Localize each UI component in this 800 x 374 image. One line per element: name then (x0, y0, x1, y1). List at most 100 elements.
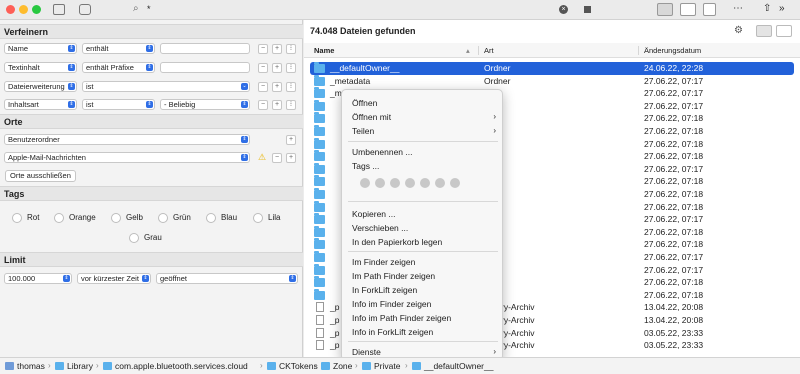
rule-field-select[interactable]: Name ⇕ (4, 43, 77, 54)
table-row[interactable]: __defaultOwner__ Ordner 24.06.22, 22:28 (310, 62, 794, 75)
tag-gray[interactable]: Grau (129, 233, 162, 243)
limit-order-select[interactable]: vor kürzester Zeit ⇕ (77, 273, 151, 284)
path-item-private[interactable]: Private (362, 361, 400, 371)
view-single-pane-button[interactable] (657, 3, 673, 16)
tag-color-dot[interactable] (450, 178, 460, 188)
chevron-right-icon[interactable]: » (779, 3, 785, 14)
share-icon[interactable]: ⇧ (763, 3, 771, 14)
tag-purple[interactable]: Lila (253, 213, 280, 223)
tag-checkbox[interactable] (54, 213, 64, 223)
list-view-button[interactable] (776, 25, 792, 37)
tag-checkbox[interactable] (129, 233, 139, 243)
tag-color-dot[interactable] (405, 178, 415, 188)
view-split-pane-button[interactable] (680, 3, 696, 16)
tag-checkbox[interactable] (158, 213, 168, 223)
rule-field-select[interactable]: Inhaltsart ⇕ (4, 99, 77, 110)
add-rule-button[interactable]: + (272, 82, 282, 92)
gear-icon[interactable]: ⚙ (734, 25, 743, 36)
remove-rule-button[interactable]: − (258, 44, 268, 54)
tag-checkbox[interactable] (253, 213, 263, 223)
tag-color-dot[interactable] (390, 178, 400, 188)
remove-rule-button[interactable]: − (258, 63, 268, 73)
menu-item-info-path-finder[interactable]: Info im Path Finder zeigen (352, 313, 451, 323)
grid-view-button[interactable] (756, 25, 772, 37)
place-select[interactable]: Apple-Mail-Nachrichten ⇕ (4, 152, 250, 163)
menu-item-copy[interactable]: Kopieren ... (352, 209, 395, 219)
menu-item-show-in-forklift[interactable]: In ForkLift zeigen (352, 285, 417, 295)
menu-item-move[interactable]: Verschieben ... (352, 223, 408, 233)
place-select[interactable]: Benutzerordner ⇕ (4, 134, 250, 145)
minimize-window-button[interactable] (19, 5, 28, 14)
add-place-button[interactable]: + (286, 135, 296, 145)
path-item-zone[interactable]: Zone (321, 361, 352, 371)
remove-rule-button[interactable]: − (258, 100, 268, 110)
remove-place-button[interactable]: − (272, 153, 282, 163)
tag-color-dot[interactable] (420, 178, 430, 188)
menu-item-tags[interactable]: Tags ... (352, 161, 379, 171)
tag-color-dot[interactable] (360, 178, 370, 188)
column-name-header[interactable]: Name (314, 46, 334, 55)
table-row[interactable]: _metadata Ordner 27.06.22, 07:17 (310, 74, 794, 88)
view-preview-button[interactable] (703, 3, 716, 16)
path-item-bluetooth[interactable]: com.apple.bluetooth.services.cloud (103, 361, 248, 371)
tag-blue[interactable]: Blau (206, 213, 237, 223)
menu-item-open-with[interactable]: Öffnen mit (352, 112, 391, 122)
zoom-window-button[interactable] (32, 5, 41, 14)
add-place-button[interactable]: + (286, 153, 296, 163)
limit-count-select[interactable]: 100.000 ⇕ (4, 273, 72, 284)
rule-options-button[interactable]: ⁝ (286, 82, 296, 92)
rule-options-button[interactable]: ⁝ (286, 63, 296, 73)
menu-item-info-forklift[interactable]: Info in ForkLift zeigen (352, 327, 433, 337)
menu-item-services[interactable]: Dienste (352, 347, 381, 357)
tag-green[interactable]: Grün (158, 213, 191, 223)
menu-item-open[interactable]: Öffnen (352, 98, 377, 108)
tag-checkbox[interactable] (206, 213, 216, 223)
rule-value-select[interactable]: - Beliebig ⇕ (160, 99, 250, 110)
more-options-icon[interactable]: ⋯ (733, 3, 743, 14)
column-divider[interactable] (638, 46, 639, 55)
menu-item-trash[interactable]: In den Papierkorb legen (352, 237, 442, 247)
tag-red[interactable]: Rot (12, 213, 39, 223)
exclude-places-button[interactable]: Orte ausschließen (5, 170, 76, 182)
tag-checkbox[interactable] (12, 213, 22, 223)
chat-bubble-icon[interactable] (79, 4, 91, 15)
rule-value-input[interactable] (160, 62, 250, 73)
tag-color-dot[interactable] (375, 178, 385, 188)
path-item-default-owner[interactable]: __defaultOwner__ (412, 361, 493, 371)
stop-search-button[interactable] (584, 6, 591, 13)
menu-item-show-in-finder[interactable]: Im Finder zeigen (352, 257, 415, 267)
rule-field-select[interactable]: Dateierweiterung ⇕ (4, 81, 77, 92)
tag-checkbox[interactable] (111, 213, 121, 223)
tag-color-dot[interactable] (435, 178, 445, 188)
menu-item-rename[interactable]: Umbenennen ... (352, 147, 412, 157)
path-item-home[interactable]: thomas (5, 361, 45, 371)
add-rule-button[interactable]: + (272, 63, 282, 73)
tag-yellow[interactable]: Gelb (111, 213, 143, 223)
menu-item-show-in-path-finder[interactable]: Im Path Finder zeigen (352, 271, 435, 281)
rule-operator-select[interactable]: enthält ⇕ (82, 43, 155, 54)
clear-search-button[interactable]: × (559, 5, 568, 14)
column-date-header[interactable]: Änderungsdatum (644, 46, 701, 55)
path-item-library[interactable]: Library (55, 361, 93, 371)
close-window-button[interactable] (6, 5, 15, 14)
search-input[interactable]: * (147, 4, 151, 14)
rule-options-button[interactable]: ⁝ (286, 100, 296, 110)
add-rule-button[interactable]: + (272, 100, 282, 110)
path-item-cktokens[interactable]: CKTokens (267, 361, 318, 371)
add-rule-button[interactable]: + (272, 44, 282, 54)
column-divider[interactable] (478, 46, 479, 55)
menu-item-share[interactable]: Teilen (352, 126, 374, 136)
column-kind-header[interactable]: Art (484, 46, 494, 55)
rule-operator-select[interactable]: ist ⇕ (82, 99, 155, 110)
file-date-cell: 27.06.22, 07:18 (644, 239, 704, 250)
remove-rule-button[interactable]: − (258, 82, 268, 92)
rule-operator-select[interactable]: enthält Präfixe ⇕ (82, 62, 155, 73)
rule-field-select[interactable]: Textinhalt ⇕ (4, 62, 77, 73)
rule-operator-select[interactable]: ist ⌄ (82, 81, 250, 92)
sidebar-toggle-icon[interactable] (53, 4, 65, 15)
tag-orange[interactable]: Orange (54, 213, 96, 223)
menu-item-info-finder[interactable]: Info im Finder zeigen (352, 299, 431, 309)
rule-value-input[interactable] (160, 43, 250, 54)
limit-type-select[interactable]: geöffnet ⇕ (156, 273, 298, 284)
rule-options-button[interactable]: ⁝ (286, 44, 296, 54)
